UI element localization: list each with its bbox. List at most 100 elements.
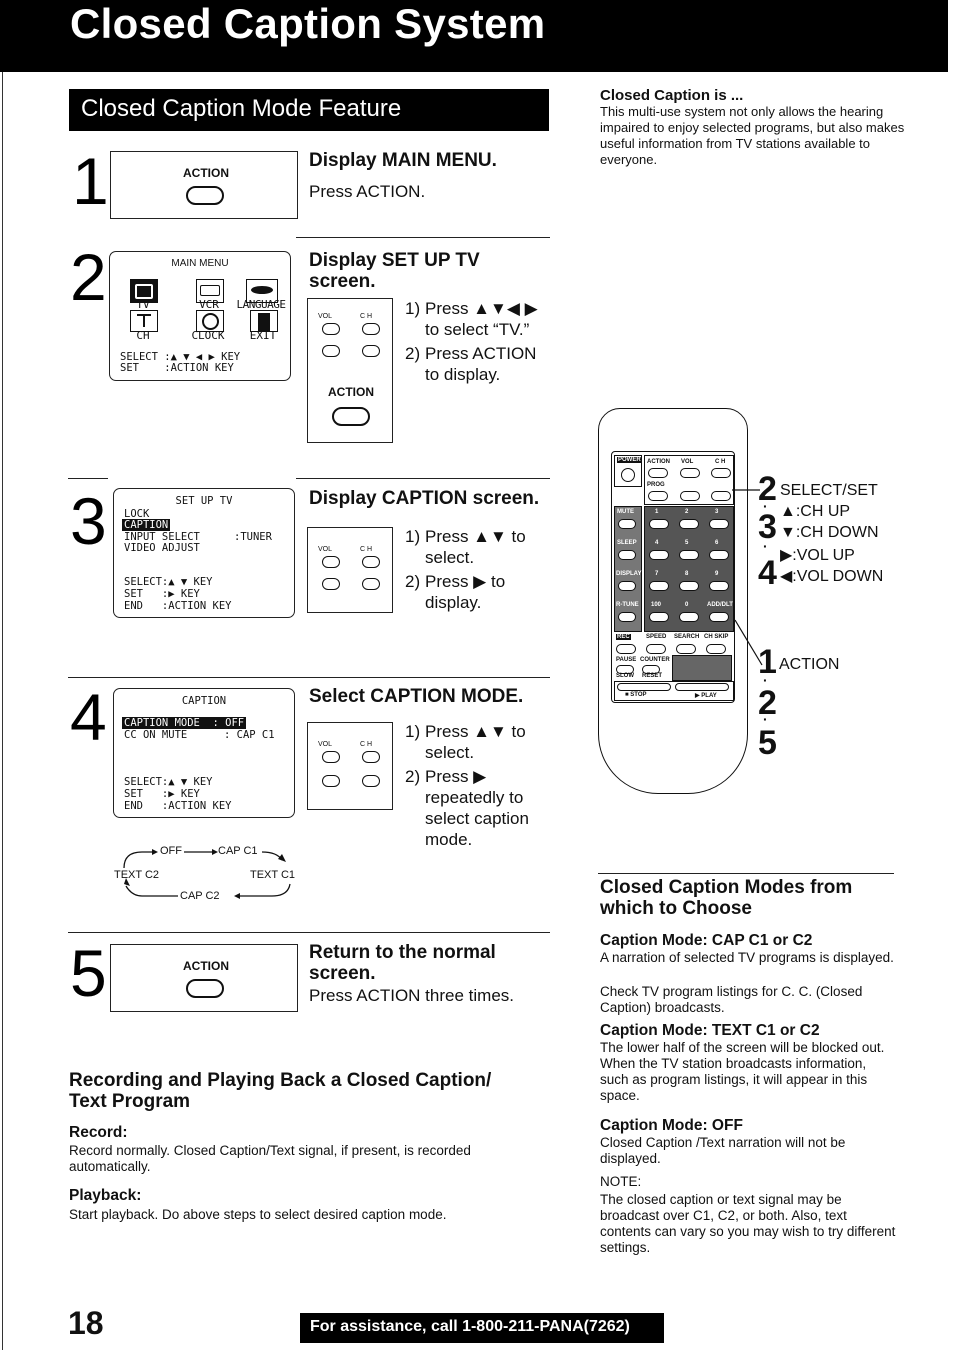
mode-text-heading: Caption Mode: TEXT C1 or C2 bbox=[600, 1022, 820, 1039]
instruction-item: 2) Press ▶ repeatedly to select caption m… bbox=[405, 766, 545, 850]
record-heading: Record: bbox=[69, 1124, 128, 1141]
mode-cap-text-2: Check TV program listings for C. C. (Clo… bbox=[600, 984, 863, 1015]
step-2-number: 2 bbox=[70, 240, 107, 314]
heading-line: Recording and Playing Back a Closed Capt… bbox=[69, 1070, 492, 1091]
osd-footer-line: SET :▶ KEY bbox=[124, 788, 200, 800]
ch-up-button-icon bbox=[362, 751, 380, 763]
step-3-number: 3 bbox=[70, 484, 107, 558]
ch-label: C H bbox=[360, 741, 373, 748]
action-button-icon bbox=[186, 186, 224, 205]
ch-down-button-icon bbox=[362, 578, 380, 590]
assistance-footer-bar: For assistance, call 1-800-211-PANA(7262… bbox=[300, 1313, 664, 1343]
instruction-text: Press ▶ to display. bbox=[425, 572, 506, 612]
page-number: 18 bbox=[68, 1305, 104, 1341]
instruction-number: 2) bbox=[405, 767, 421, 786]
ch-down-button-icon bbox=[362, 775, 380, 787]
instruction-number: 2) bbox=[405, 572, 421, 591]
instruction-item: 2) Press ▶ to display. bbox=[405, 571, 545, 613]
instruction-number: 1) bbox=[405, 299, 421, 318]
callout-dot: · bbox=[763, 538, 768, 554]
vol-down-button-icon bbox=[322, 345, 340, 357]
mode-cap-heading: Caption Mode: CAP C1 or C2 bbox=[600, 932, 813, 949]
instruction-text: Press ▲▼ to select. bbox=[425, 527, 526, 567]
divider bbox=[598, 873, 894, 874]
stop-key-label: ■ STOP bbox=[625, 692, 647, 698]
osd-title: SET UP TV bbox=[175, 495, 233, 507]
osd-item-value: :TUNER bbox=[234, 531, 272, 543]
step-5-heading: Return to the normal screen. bbox=[309, 942, 496, 984]
heading-line: Closed Caption Modes from bbox=[600, 877, 853, 898]
action-label: ACTION bbox=[183, 959, 229, 973]
vol-label: VOL bbox=[318, 741, 333, 748]
step-1-heading: Display MAIN MENU. bbox=[309, 150, 497, 171]
action-button-icon bbox=[332, 407, 370, 426]
step-5-text: Press ACTION three times. bbox=[309, 986, 514, 1005]
step-1-text: Press ACTION. bbox=[309, 182, 426, 201]
caption-osd: CAPTION CAPTION MODE : OFF CC ON MUTE : … bbox=[113, 688, 295, 818]
callout-ch-down: ▼:CH DOWN bbox=[780, 524, 879, 541]
cycle-mode-cap-c1: CAP C1 bbox=[218, 845, 258, 857]
osd-footer-line: SELECT:▲ ▼ KEY bbox=[124, 576, 213, 588]
playback-heading: Playback: bbox=[69, 1187, 142, 1204]
callout-select-set: SELECT/SET bbox=[780, 482, 878, 499]
modes-heading: Closed Caption Modes from which to Choos… bbox=[600, 877, 900, 919]
heading-line: Text Program bbox=[69, 1091, 191, 1112]
main-menu-osd: MAIN MENU TV VCR LANGUAGE CH CLOCK EXIT … bbox=[109, 251, 291, 381]
mode-off-text: Closed Caption /Text narration will not … bbox=[600, 1135, 846, 1166]
instruction-item: 1) Press ▲▼◀ ▶ to select “TV.” bbox=[405, 298, 555, 340]
osd-footer-line: SET :▶ KEY bbox=[124, 588, 200, 600]
instruction-number: 1) bbox=[405, 527, 421, 546]
mode-text-text: The lower half of the screen will be blo… bbox=[600, 1040, 885, 1103]
record-text: Record normally. Closed Caption/Text sig… bbox=[69, 1143, 471, 1174]
osd-title: MAIN MENU bbox=[171, 258, 229, 269]
step-1-action-panel: ACTION bbox=[110, 151, 298, 219]
instruction-number: 1) bbox=[405, 722, 421, 741]
action-button-icon bbox=[186, 979, 224, 998]
step-4-heading: Select CAPTION MODE. bbox=[309, 686, 524, 707]
mode-off-heading: Caption Mode: OFF bbox=[600, 1117, 743, 1134]
step-5-number: 5 bbox=[70, 936, 107, 1010]
play-key bbox=[675, 683, 729, 691]
callout-action: ACTION bbox=[779, 656, 840, 673]
ch-up-button-icon bbox=[362, 556, 380, 568]
note-label: NOTE: bbox=[600, 1174, 642, 1189]
instruction-number: 2) bbox=[405, 344, 421, 363]
divider bbox=[296, 237, 550, 238]
callout-vol-up: ▶:VOL UP bbox=[780, 547, 855, 564]
note-text: The closed caption or text signal may be… bbox=[600, 1192, 896, 1255]
stop-play-keys: ■ STOP ▶ PLAY bbox=[614, 681, 734, 701]
left-margin-rule bbox=[2, 72, 3, 1350]
step-3-instructions: 1) Press ▲▼ to select. 2) Press ▶ to displ… bbox=[405, 526, 545, 616]
setup-tv-osd: SET UP TV LOCK CAPTION INPUT SELECT :TUN… bbox=[113, 488, 295, 618]
ch-label: C H bbox=[360, 313, 373, 320]
osd-item-value: : OFF bbox=[212, 717, 245, 729]
stop-key bbox=[617, 683, 671, 691]
divider bbox=[68, 677, 550, 678]
callout-step-4: 4 bbox=[758, 554, 777, 592]
vol-up-button-icon bbox=[322, 751, 340, 763]
vol-label: VOL bbox=[318, 313, 333, 320]
osd-footer-line: SET :ACTION KEY bbox=[120, 362, 234, 374]
instruction-text: Press ▲▼ to select. bbox=[425, 722, 526, 762]
playback-text: Start playback. Do above steps to select… bbox=[69, 1207, 447, 1222]
intro-text: This multi-use system not only allows th… bbox=[600, 104, 905, 167]
section-title: Closed Caption Mode Feature bbox=[81, 95, 402, 122]
heading-line: screen. bbox=[309, 963, 376, 984]
action-label: ACTION bbox=[183, 166, 229, 180]
instruction-text: Press ACTION to display. bbox=[425, 344, 537, 384]
osd-title: CAPTION bbox=[181, 695, 227, 707]
cycle-mode-off: OFF bbox=[160, 845, 182, 857]
page-title-banner: Closed Caption System bbox=[0, 0, 948, 72]
step-2-instructions: 1) Press ▲▼◀ ▶ to select “TV.” 2) Press AC… bbox=[405, 298, 555, 388]
assistance-text: For assistance, call 1-800-211-PANA(7262… bbox=[310, 1318, 630, 1335]
action-label: ACTION bbox=[328, 385, 374, 399]
divider bbox=[68, 478, 108, 479]
heading-line: which to Choose bbox=[600, 898, 752, 919]
vol-down-button-icon bbox=[322, 775, 340, 787]
osd-item-video-adjust: VIDEO ADJUST bbox=[124, 542, 200, 554]
heading-line: Display SET UP TV bbox=[309, 250, 480, 271]
callout-step-5: 5 bbox=[758, 724, 777, 762]
heading-line: screen. bbox=[309, 271, 376, 292]
instruction-text: Press ▶ repeatedly to select caption mod… bbox=[425, 767, 529, 849]
section-title-bar: Closed Caption Mode Feature bbox=[69, 89, 549, 131]
